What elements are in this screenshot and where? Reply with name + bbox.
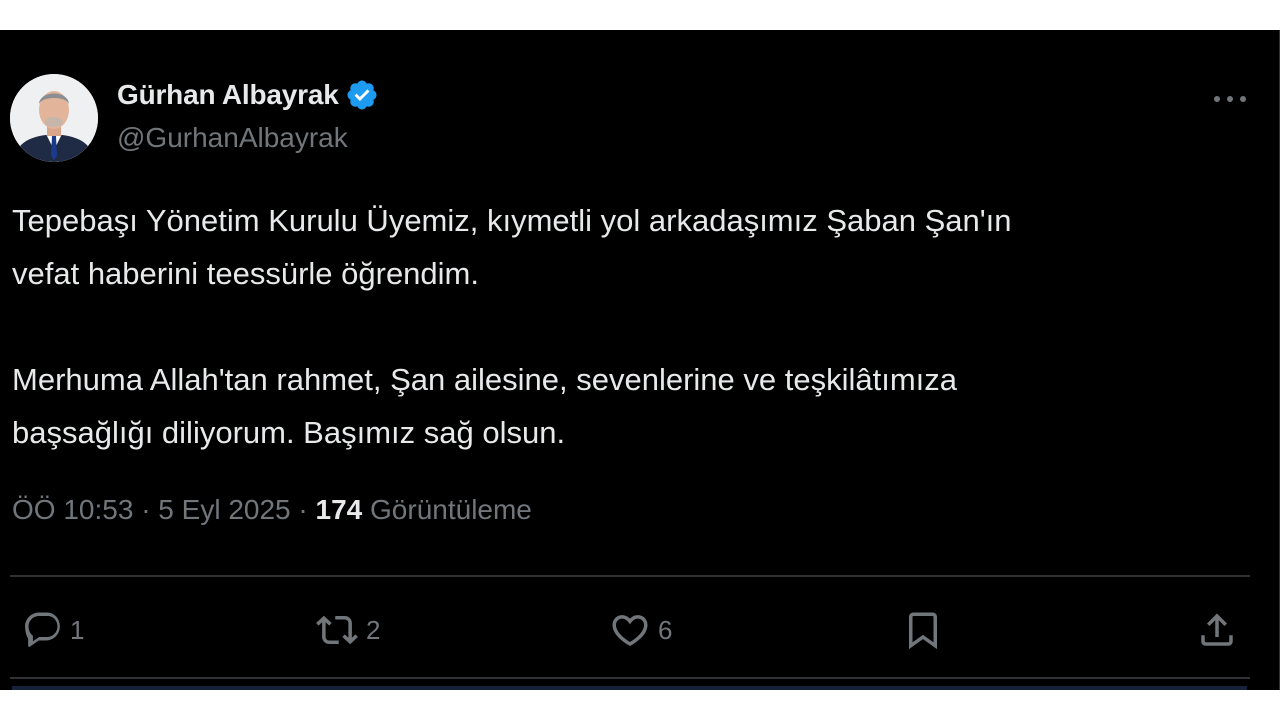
tweet-meta: ÖÖ 10:53 · 5 Eyl 2025 · 174 Görüntüleme: [12, 494, 532, 526]
views-label: Görüntüleme: [370, 494, 532, 525]
bookmark-icon: [909, 612, 937, 650]
more-dots-icon: [1214, 96, 1246, 102]
like-count: 6: [658, 614, 673, 645]
avatar[interactable]: [10, 74, 98, 162]
author-name[interactable]: Gürhan Albayrak: [117, 79, 339, 111]
tweet-actions: 1 2 6: [0, 602, 1279, 658]
tweet-text: Tepebaşı Yönetim Kurulu Üyemiz, kıymetli…: [12, 194, 1262, 459]
author-handle[interactable]: @GurhanAlbayrak: [117, 122, 348, 154]
bookmark-button[interactable]: [902, 610, 944, 650]
meta-separator: ·: [141, 494, 151, 525]
heart-icon: [612, 615, 648, 647]
retweet-icon: [316, 615, 358, 645]
share-button[interactable]: [1196, 610, 1238, 650]
tweet-line: vefat haberini teessürle öğrendim.: [12, 256, 479, 291]
tweet-line: başsağlığı diliyorum. Başımız sağ olsun.: [12, 415, 566, 450]
reply-count: 1: [70, 614, 85, 645]
tweet-date[interactable]: 5 Eyl 2025: [158, 494, 290, 525]
share-icon: [1201, 613, 1233, 646]
author-name-row[interactable]: Gürhan Albayrak: [117, 78, 379, 112]
like-button[interactable]: 6: [608, 610, 672, 650]
retweet-count: 2: [366, 614, 381, 645]
meta-separator: ·: [298, 494, 308, 525]
tweet-time[interactable]: ÖÖ 10:53: [12, 494, 133, 525]
views-count: 174: [315, 494, 363, 525]
verified-badge-icon: [345, 78, 379, 112]
tweet-line: Merhuma Allah'tan rahmet, Şan ailesine, …: [12, 362, 958, 397]
avatar-image: [10, 74, 98, 162]
tweet-card: Gürhan Albayrak @GurhanAlbayrak Tepebaşı…: [0, 30, 1280, 690]
reply-button[interactable]: 1: [22, 610, 84, 650]
next-post-edge: [12, 686, 1247, 690]
divider: [10, 677, 1250, 679]
more-options-button[interactable]: [1206, 84, 1254, 114]
reply-icon: [25, 612, 60, 647]
tweet-line: Tepebaşı Yönetim Kurulu Üyemiz, kıymetli…: [12, 203, 1012, 238]
divider: [10, 575, 1250, 577]
retweet-button[interactable]: 2: [314, 610, 380, 650]
